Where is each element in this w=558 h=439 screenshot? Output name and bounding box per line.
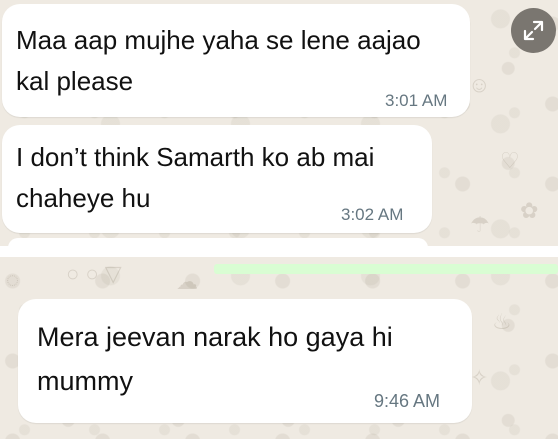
wallpaper-doodle: ☁ [176, 269, 198, 294]
message-bubble-incoming: Mera jeevan narak ho gaya hi mummy 9:46 … [18, 299, 472, 423]
chat-panel-top: ☺ ♡ ✿ ☂ Maa aap mujhe yaha se lene aajao… [0, 0, 558, 246]
chat-screenshot: ☺ ♡ ✿ ☂ Maa aap mujhe yaha se lene aajao… [0, 0, 558, 439]
wallpaper-doodle: ☂ [470, 212, 490, 237]
wallpaper-doodle: ○ ○ ▽ [66, 261, 122, 286]
message-bubble-outgoing-partial [214, 264, 558, 274]
message-text: Maa aap mujhe yaha se lene aajao kal ple… [16, 25, 421, 96]
message-timestamp: 3:01 AM [385, 91, 448, 110]
wallpaper-doodle: ☺ [468, 72, 491, 97]
wallpaper-doodle: ♨ [492, 309, 512, 334]
wallpaper-doodle: ✧ [470, 365, 489, 390]
wallpaper-doodle: ✿ [520, 198, 539, 223]
chat-panel-bottom: ◌ ○ ○ ▽ ☁ ♨ ✧ Mera jeevan narak ho gaya … [0, 257, 558, 439]
message-bubble-partial [8, 238, 428, 246]
message-bubble-incoming: I don’t think Samarth ko ab mai chaheye … [2, 125, 432, 233]
message-timestamp: 9:46 AM [374, 391, 441, 411]
wallpaper-doodle: ◌ [6, 267, 20, 292]
message-timestamp: 3:02 AM [341, 205, 404, 224]
message-bubble-incoming: Maa aap mujhe yaha se lene aajao kal ple… [2, 4, 470, 117]
expand-image-button[interactable] [511, 8, 556, 53]
wallpaper-doodle: ♡ [500, 148, 520, 173]
message-text: Mera jeevan narak ho gaya hi mummy [37, 322, 393, 396]
screenshot-divider [0, 246, 558, 257]
message-text: I don’t think Samarth ko ab mai chaheye … [16, 142, 375, 213]
expand-icon [523, 20, 544, 41]
